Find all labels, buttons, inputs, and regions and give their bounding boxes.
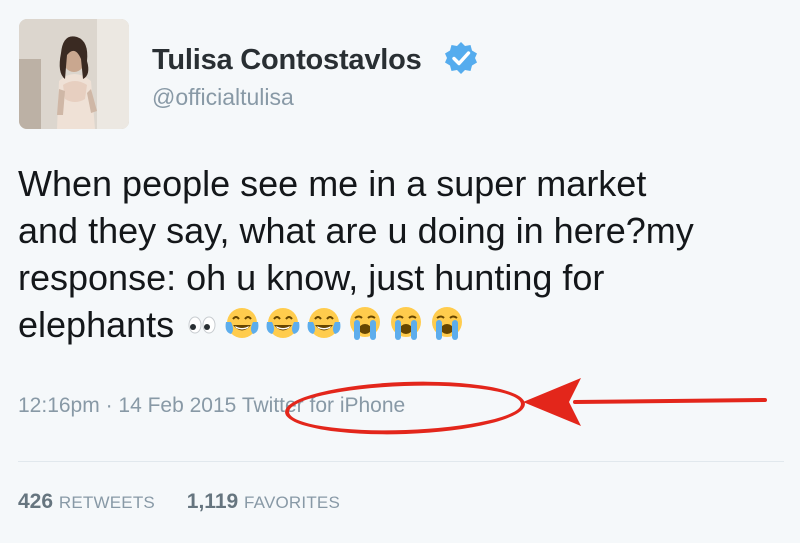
author-name[interactable]: Tulisa Contostavlos [152, 44, 422, 77]
verified-badge-icon [445, 42, 477, 74]
retweets-count: 426 [18, 490, 54, 513]
tweet-text: When people see me in a super market and… [18, 160, 788, 348]
divider [18, 461, 784, 462]
loudly-crying-face-icon [350, 307, 381, 341]
retweets-label: RETWEETS [58, 493, 155, 512]
tweet-text-line-last: elephants [18, 301, 788, 348]
tweet-text-line: When people see me in a super market [18, 163, 647, 204]
favorites-count: 1,119 [186, 490, 239, 513]
annotation-circle [284, 377, 526, 439]
tweet-date[interactable]: 14 Feb 2015 [118, 394, 236, 417]
author-handle[interactable]: @officialtulisa [152, 84, 294, 111]
tweet-card: Tulisa Contostavlos @officialtulisa When… [0, 0, 800, 543]
loudly-crying-face-icon [432, 307, 463, 341]
emoji-row [184, 304, 466, 342]
retweets-stat[interactable]: 426 RETWEETS [18, 490, 155, 513]
favorites-stat[interactable]: 1,119 FAVORITES [187, 490, 340, 513]
favorites-label: FAVORITES [244, 493, 340, 512]
loudly-crying-face-icon [391, 307, 422, 341]
eyes-emoji-icon [188, 316, 216, 334]
tweet-text-tail: elephants [18, 304, 175, 345]
face-with-tears-of-joy-icon [307, 308, 341, 339]
face-with-tears-of-joy-icon [225, 308, 259, 339]
avatar[interactable] [19, 19, 129, 129]
profile-photo [19, 19, 129, 129]
tweet-stats: 426 RETWEETS 1,119 FAVORITES [18, 490, 366, 514]
face-with-tears-of-joy-icon [266, 308, 300, 339]
meta-separator: · [99, 394, 119, 417]
tweet-time[interactable]: 12:16pm [18, 394, 100, 417]
tweet-text-line: response: oh u know, just hunting for [18, 257, 605, 298]
annotation-arrow-icon [523, 378, 767, 426]
tweet-text-line: and they say, what are u doing in here?m… [18, 210, 694, 251]
